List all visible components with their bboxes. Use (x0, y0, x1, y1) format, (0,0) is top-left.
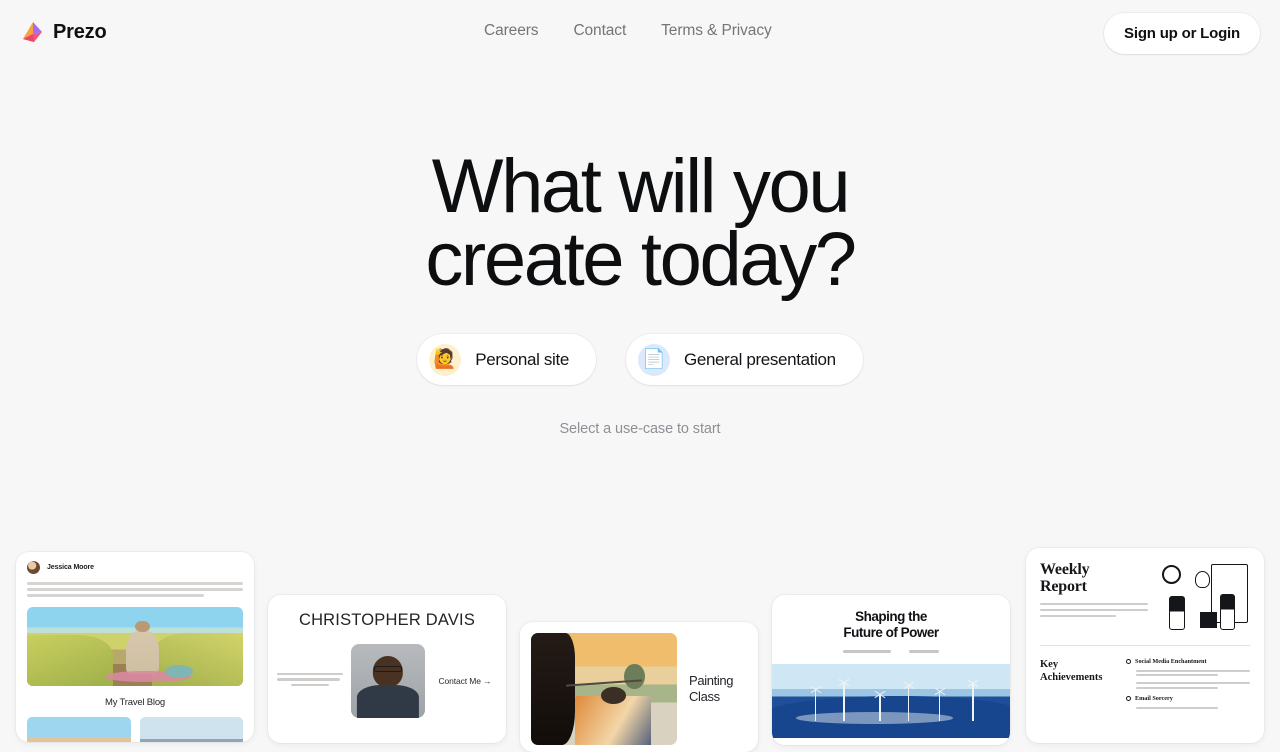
template-card-travel-blog[interactable]: Jessica Moore My Travel Blog (16, 552, 254, 742)
portfolio-body: Contact Me → (268, 644, 506, 718)
weekly-report-section-label: Key Achievements (1040, 658, 1114, 715)
weekly-report-section-label-line-2: Achievements (1040, 672, 1103, 683)
travel-blog-author: Jessica Moore (47, 564, 94, 571)
wind-turbines-image (772, 663, 1010, 738)
prism-logo-icon (20, 20, 44, 45)
painting-class-title-line-2: Class (689, 689, 720, 704)
portfolio-heading: CHRISTOPHER DAVIS (298, 611, 476, 629)
template-card-renewable-energy[interactable]: Shaping the Future of Power (772, 595, 1010, 745)
portfolio-bio-text (277, 673, 343, 689)
portfolio-contact-link[interactable]: Contact Me → (433, 676, 497, 686)
weekly-report-bullet-group (1126, 670, 1250, 677)
weekly-report-title-line-1: Weekly (1040, 561, 1090, 578)
renewable-energy-title-line-2: Future of Power (843, 625, 939, 640)
page-title-line-2: create today? (425, 217, 857, 302)
template-card-personal-portfolio[interactable]: CHRISTOPHER DAVIS Contact Me → (268, 595, 506, 743)
travel-blog-photo-pair (16, 708, 254, 742)
weekly-report-subsection-email: Email Sorcery (1126, 695, 1250, 702)
use-case-hint: Select a use-case to start (559, 421, 721, 437)
travel-blog-hero-photo (27, 606, 243, 686)
weekly-report-illustration (1158, 561, 1250, 631)
bullet-icon (1126, 695, 1131, 701)
page-title: What will you create today? (425, 149, 857, 298)
hero-section: What will you create today? 🙋 Personal s… (0, 149, 1280, 437)
renewable-energy-title-line-1: Shaping the (855, 609, 927, 624)
weekly-report-title-line-2: Report (1040, 578, 1087, 595)
weekly-report-intro-text (1040, 603, 1148, 617)
brand-name: Prezo (53, 21, 107, 43)
nav-item-terms-privacy[interactable]: Terms & Privacy (661, 22, 772, 40)
brand-logo[interactable]: Prezo (20, 20, 107, 45)
weekly-report-bullet-group (1126, 682, 1250, 689)
weekly-report-subsection-social-media: Social Media Enchantment (1126, 658, 1250, 665)
weekly-report-bullet-group (1126, 706, 1250, 709)
avatar (27, 561, 40, 574)
nav-item-contact[interactable]: Contact (573, 22, 661, 40)
use-case-personal-site-label: Personal site (475, 349, 569, 369)
renewable-energy-meta (772, 650, 1010, 653)
portfolio-photo (351, 644, 425, 718)
use-case-personal-site[interactable]: 🙋 Personal site (417, 334, 596, 385)
primary-nav: Careers Contact Terms & Privacy (484, 22, 772, 40)
page-document-icon: 📄 (637, 343, 670, 376)
travel-blog-author-row: Jessica Moore (16, 552, 254, 574)
nav-item-careers[interactable]: Careers (484, 22, 573, 40)
renewable-energy-title: Shaping the Future of Power (772, 609, 1010, 641)
template-card-weekly-report[interactable]: Weekly Report Key Achievements Social Me… (1026, 548, 1264, 743)
weekly-report-title: Weekly Report (1040, 561, 1148, 595)
painting-class-title: Painting Class (689, 673, 734, 705)
bullet-icon (1126, 659, 1131, 664)
site-header: Prezo Careers Contact Terms & Privacy Si… (0, 0, 1280, 67)
painting-class-title-line-1: Painting (689, 673, 734, 688)
use-case-general-presentation-label: General presentation (683, 349, 836, 369)
template-card-painting-class[interactable]: Painting Class (520, 622, 758, 752)
weekly-report-section-label-line-1: Key (1040, 659, 1059, 670)
signup-login-button[interactable]: Sign up or Login (1104, 13, 1260, 54)
travel-blog-title: My Travel Blog (104, 696, 166, 708)
person-raising-hand-icon: 🙋 (429, 343, 462, 376)
use-case-options: 🙋 Personal site 📄 General presentation (417, 334, 863, 385)
use-case-general-presentation[interactable]: 📄 General presentation (625, 334, 863, 385)
travel-blog-intro-text (16, 574, 254, 597)
painting-class-image (531, 633, 677, 745)
